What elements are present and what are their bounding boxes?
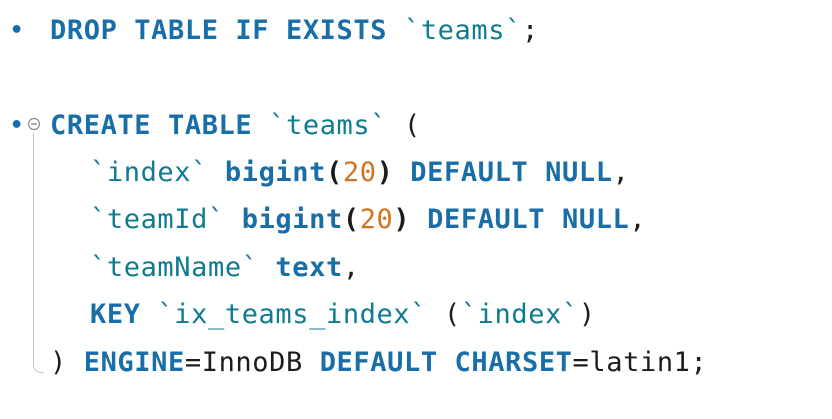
code-token-paren: ): [376, 157, 394, 188]
code-token-plain: ,: [629, 204, 647, 235]
code-token-plain: ,: [612, 157, 630, 188]
code-line[interactable]: `teamId` bigint(20) DEFAULT NULL,: [90, 203, 646, 237]
code-token-kw: ENGINE: [83, 347, 185, 378]
fold-collapse-icon[interactable]: [27, 117, 41, 131]
code-token-kw: KEY: [90, 299, 158, 330]
code-token-plain: ,: [342, 252, 360, 283]
fold-guide: [33, 133, 44, 373]
code-token-kw: DEFAULT CHARSET: [319, 347, 573, 378]
code-line[interactable]: CREATE TABLE `teams` (: [50, 109, 421, 143]
code-token-plain: =latin1;: [572, 347, 708, 378]
code-token-kw: bigint: [224, 157, 326, 188]
statement-bullet-2[interactable]: •: [10, 115, 23, 137]
code-token-plain: =InnoDB: [184, 347, 320, 378]
code-token-kw: text: [275, 252, 343, 283]
code-token-id: `ix_teams_index`: [157, 299, 428, 330]
code-token-plain: ): [50, 347, 84, 378]
code-token-id: `teams`: [403, 15, 522, 46]
code-token-id: `index`: [460, 299, 579, 330]
code-token-kw: bigint: [241, 204, 343, 235]
code-line[interactable]: `index` bigint(20) DEFAULT NULL,: [90, 156, 629, 190]
code-token-num: 20: [342, 157, 377, 188]
code-token-plain: (: [387, 110, 421, 141]
statement-bullet-1[interactable]: •: [10, 20, 23, 42]
code-line[interactable]: DROP TABLE IF EXISTS `teams`;: [50, 14, 539, 48]
code-token-kw: DEFAULT NULL: [410, 204, 630, 235]
code-line[interactable]: ) ENGINE=InnoDB DEFAULT CHARSET=latin1;: [50, 346, 707, 380]
code-token-id: `teamId`: [90, 204, 225, 235]
code-token-paren: (: [326, 157, 343, 188]
code-token-paren: (: [342, 204, 360, 235]
code-token-num: 20: [359, 204, 394, 235]
code-token-id: `teamName`: [90, 252, 259, 283]
code-token-paren: ): [393, 204, 411, 235]
code-token-id: `teams`: [269, 110, 388, 141]
code-token-plain: (: [427, 299, 461, 330]
code-line[interactable]: KEY `ix_teams_index` (`index`): [90, 298, 596, 332]
code-token-plain: ): [578, 299, 596, 330]
code-token-kw: CREATE TABLE: [50, 110, 270, 141]
sql-editor[interactable]: • • DROP TABLE IF EXISTS `teams`; CREATE…: [0, 0, 832, 419]
code-token-kw: DEFAULT NULL: [393, 157, 613, 188]
code-token-plain: ;: [521, 15, 539, 46]
code-line[interactable]: `teamName` text,: [90, 251, 360, 285]
code-token-kw: DROP TABLE IF EXISTS: [50, 15, 404, 46]
code-token-id: `index`: [90, 157, 208, 188]
